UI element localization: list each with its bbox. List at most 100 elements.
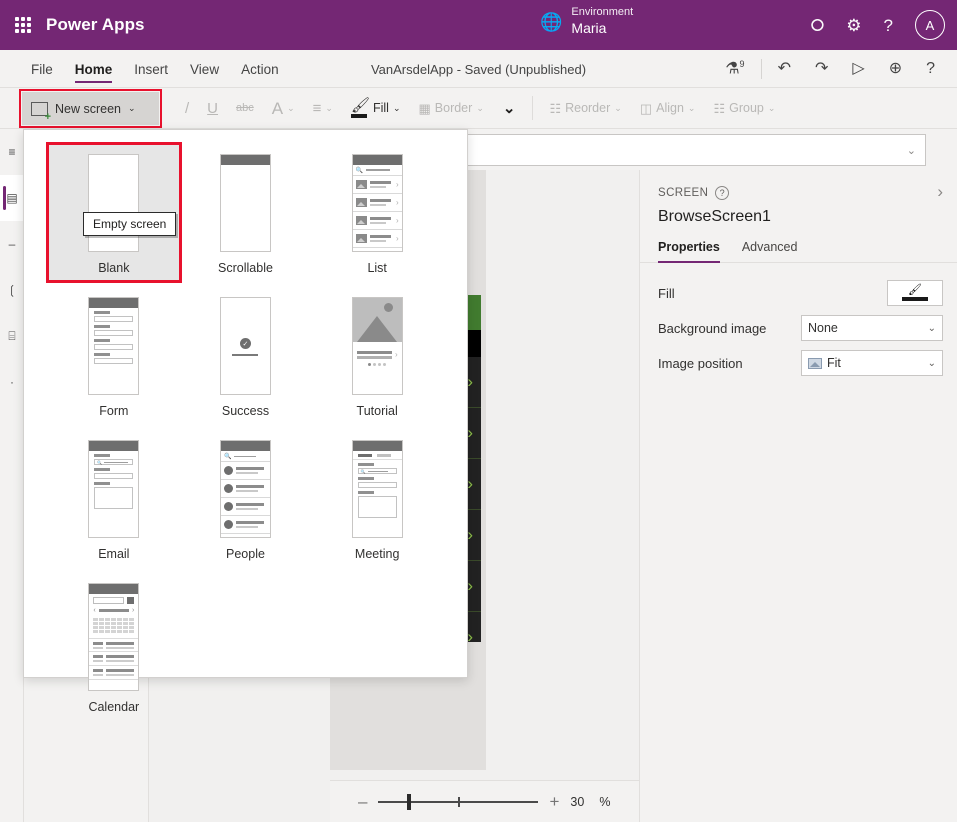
selected-control-name: BrowseScreen1 <box>658 208 771 225</box>
formula-expand-icon[interactable]: ⌄ <box>898 144 925 157</box>
property-row-fill: Fill 🖌 <box>640 271 957 306</box>
environment-selector[interactable]: 🌐 Environment Maria <box>540 6 633 37</box>
chevron-right-icon[interactable]: › <box>467 627 473 642</box>
ribbon-toolbar: New screen ⌄ / U abc A ⌄ ≡ ⌄ 🖌 Fill ⌄ <box>0 88 957 129</box>
template-list[interactable]: 🔍 › › › › List <box>311 144 443 281</box>
new-screen-button[interactable]: New screen ⌄ <box>22 92 159 125</box>
template-email[interactable]: 🔍 Email <box>48 430 180 567</box>
template-label: Meeting <box>354 547 400 561</box>
template-success[interactable]: ✓ Success <box>180 287 312 424</box>
chevron-right-icon[interactable]: › <box>467 525 473 545</box>
share-icon[interactable]: ⊕ <box>877 61 914 77</box>
properties-tabs: Properties Advanced <box>640 226 957 263</box>
divider <box>532 96 534 120</box>
play-preview-icon[interactable]: ▷ <box>840 61 876 77</box>
tab-properties[interactable]: Properties <box>658 240 720 263</box>
template-people[interactable]: 🔍 People <box>180 430 312 567</box>
ribbon-more-icon[interactable]: ⌄ <box>493 99 526 117</box>
template-thumb-list: 🔍 › › › › <box>351 154 403 252</box>
avatar[interactable]: A <box>915 10 945 40</box>
help-icon-menu[interactable]: ? <box>914 61 947 77</box>
zoom-value: 30 <box>570 794 585 809</box>
power-apps-studio: Power Apps 🌐 Environment Maria ⭘ ⚙ ? A V… <box>0 0 957 822</box>
globe-icon: 🌐 <box>540 11 563 32</box>
template-calendar[interactable]: ‹ › Calendar <box>48 573 180 720</box>
font-color-button: A ⌄ <box>263 92 304 124</box>
fill-label: Fill <box>372 101 389 115</box>
chevron-down-icon: ⌄ <box>927 322 936 334</box>
zoom-slider-thumb[interactable] <box>407 793 412 810</box>
formula-input[interactable] <box>467 135 898 165</box>
zoom-percent-sign: % <box>599 794 611 809</box>
rail-item-data[interactable]: – <box>0 221 24 267</box>
template-tooltip: Empty screen <box>83 212 177 236</box>
help-icon[interactable]: ? <box>884 17 893 34</box>
chevron-right-icon[interactable]: › <box>467 576 473 596</box>
rail-item-tree[interactable]: ≡ <box>0 129 24 175</box>
redo-icon[interactable]: ↷ <box>803 61 840 77</box>
template-label: Blank <box>98 261 130 275</box>
fill-property-label: Fill <box>658 285 675 301</box>
template-form[interactable]: Form <box>48 287 180 424</box>
rail-item-more[interactable]: · <box>0 359 24 405</box>
divider <box>760 59 762 79</box>
menu-item-insert[interactable]: Insert <box>123 53 179 85</box>
formula-bar[interactable]: ⌄ <box>466 134 926 166</box>
align-button: ◫ Align ⌄ <box>631 92 705 124</box>
chevron-right-icon[interactable]: › <box>467 423 473 443</box>
app-launcher-icon[interactable] <box>0 17 46 33</box>
border-icon: ▦ <box>418 100 431 116</box>
rail-item-screens[interactable]: ▤ <box>0 175 24 221</box>
menu-item-action[interactable]: Action <box>230 53 290 85</box>
new-screen-highlight: New screen ⌄ <box>19 89 162 128</box>
template-meeting[interactable]: 🔍 Meeting <box>311 430 443 567</box>
undo-icon[interactable]: ↶ <box>766 61 803 77</box>
menu-item-home[interactable]: Home <box>64 53 124 85</box>
zoom-out-button[interactable]: – <box>358 793 367 810</box>
reorder-icon: ☷ <box>549 100 562 116</box>
chevron-down-icon: ⌄ <box>287 102 295 113</box>
top-actions: ⭘ ⚙ ? A <box>811 0 945 50</box>
template-tutorial[interactable]: › Tutorial <box>311 287 443 424</box>
template-thumb-calendar: ‹ › <box>88 583 140 691</box>
zoom-in-button[interactable]: + <box>549 793 559 810</box>
group-button: ☷ Group ⌄ <box>704 92 784 124</box>
menu-item-file[interactable]: File <box>20 53 64 85</box>
fill-button[interactable]: 🖌 Fill ⌄ <box>342 92 410 124</box>
left-rail: ≡ ▤ – ❲ ⌸ · <box>0 129 24 822</box>
image-position-select[interactable]: Fit ⌄ <box>801 350 943 376</box>
template-thumb-blank <box>88 154 140 252</box>
reorder-label: Reorder <box>565 101 611 115</box>
properties-kind-label: SCREEN <box>658 187 709 199</box>
template-label: Calendar <box>88 700 140 714</box>
collapse-panel-icon[interactable]: › <box>937 182 943 202</box>
gear-icon[interactable]: ⚙ <box>846 17 861 34</box>
background-image-select[interactable]: None ⌄ <box>801 315 943 341</box>
paint-bucket-icon: 🖌 <box>350 98 370 118</box>
menu-item-view[interactable]: View <box>179 53 230 85</box>
template-scrollable[interactable]: Scrollable <box>180 144 312 281</box>
chevron-right-icon[interactable]: › <box>467 474 473 494</box>
group-label: Group <box>729 101 764 115</box>
chevron-down-icon: ⌄ <box>927 357 936 369</box>
chevron-right-icon[interactable]: › <box>467 372 473 392</box>
zoom-slider[interactable] <box>378 793 539 810</box>
chevron-down-icon: ⌄ <box>325 102 333 113</box>
app-launcher-grid <box>15 17 31 33</box>
properties-header: SCREEN ? › BrowseScreen1 <box>640 170 957 226</box>
fill-color-button[interactable]: 🖌 <box>887 280 943 306</box>
background-image-value: None <box>808 321 838 335</box>
help-icon[interactable]: ? <box>715 186 730 200</box>
environment-text: Environment Maria <box>571 6 633 37</box>
bell-icon[interactable]: ⭘ <box>811 17 825 34</box>
template-label: Tutorial <box>356 404 398 418</box>
rail-item-media[interactable]: ❲ <box>0 267 24 313</box>
app-checker-icon[interactable]: ⚗9 <box>713 60 756 77</box>
ribbon-text-group: / U abc A ⌄ ≡ ⌄ 🖌 Fill ⌄ ▦ Border ⌄ ⌄ ☷ … <box>176 92 784 124</box>
reorder-button: ☷ Reorder ⌄ <box>540 92 630 124</box>
align-text-icon: ≡ <box>312 99 322 117</box>
tab-advanced[interactable]: Advanced <box>742 240 798 262</box>
background-image-label: Background image <box>658 320 767 336</box>
rail-item-components[interactable]: ⌸ <box>0 313 24 359</box>
border-label: Border <box>434 101 473 115</box>
